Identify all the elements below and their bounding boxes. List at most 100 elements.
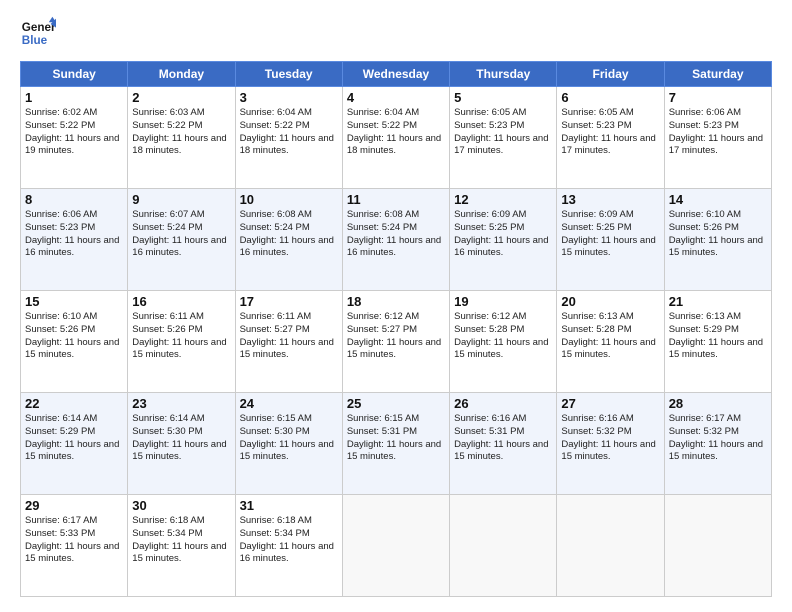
day-number: 26 xyxy=(454,396,552,411)
day-info: Sunrise: 6:17 AMSunset: 5:32 PMDaylight:… xyxy=(669,413,763,462)
day-info: Sunrise: 6:05 AMSunset: 5:23 PMDaylight:… xyxy=(561,107,655,156)
calendar-header-cell: Sunday xyxy=(21,62,128,87)
calendar-header-cell: Tuesday xyxy=(235,62,342,87)
day-number: 16 xyxy=(132,294,230,309)
calendar-day-cell: 19 Sunrise: 6:12 AMSunset: 5:28 PMDaylig… xyxy=(450,291,557,393)
calendar-day-cell: 4 Sunrise: 6:04 AMSunset: 5:22 PMDayligh… xyxy=(342,87,449,189)
day-info: Sunrise: 6:17 AMSunset: 5:33 PMDaylight:… xyxy=(25,515,119,564)
day-number: 3 xyxy=(240,90,338,105)
calendar-week-row: 15 Sunrise: 6:10 AMSunset: 5:26 PMDaylig… xyxy=(21,291,772,393)
calendar-day-cell: 28 Sunrise: 6:17 AMSunset: 5:32 PMDaylig… xyxy=(664,393,771,495)
svg-text:Blue: Blue xyxy=(22,34,48,47)
calendar-day-cell xyxy=(557,495,664,597)
calendar-day-cell: 29 Sunrise: 6:17 AMSunset: 5:33 PMDaylig… xyxy=(21,495,128,597)
day-number: 12 xyxy=(454,192,552,207)
calendar-day-cell: 25 Sunrise: 6:15 AMSunset: 5:31 PMDaylig… xyxy=(342,393,449,495)
day-number: 9 xyxy=(132,192,230,207)
day-number: 29 xyxy=(25,498,123,513)
day-info: Sunrise: 6:08 AMSunset: 5:24 PMDaylight:… xyxy=(240,209,334,258)
day-info: Sunrise: 6:13 AMSunset: 5:29 PMDaylight:… xyxy=(669,311,763,360)
day-info: Sunrise: 6:18 AMSunset: 5:34 PMDaylight:… xyxy=(240,515,334,564)
calendar-week-row: 29 Sunrise: 6:17 AMSunset: 5:33 PMDaylig… xyxy=(21,495,772,597)
calendar-day-cell: 27 Sunrise: 6:16 AMSunset: 5:32 PMDaylig… xyxy=(557,393,664,495)
day-number: 22 xyxy=(25,396,123,411)
day-info: Sunrise: 6:09 AMSunset: 5:25 PMDaylight:… xyxy=(561,209,655,258)
day-number: 2 xyxy=(132,90,230,105)
day-number: 28 xyxy=(669,396,767,411)
day-info: Sunrise: 6:02 AMSunset: 5:22 PMDaylight:… xyxy=(25,107,119,156)
day-info: Sunrise: 6:15 AMSunset: 5:31 PMDaylight:… xyxy=(347,413,441,462)
day-number: 13 xyxy=(561,192,659,207)
calendar-day-cell: 16 Sunrise: 6:11 AMSunset: 5:26 PMDaylig… xyxy=(128,291,235,393)
day-info: Sunrise: 6:14 AMSunset: 5:29 PMDaylight:… xyxy=(25,413,119,462)
calendar-day-cell: 10 Sunrise: 6:08 AMSunset: 5:24 PMDaylig… xyxy=(235,189,342,291)
calendar-day-cell: 18 Sunrise: 6:12 AMSunset: 5:27 PMDaylig… xyxy=(342,291,449,393)
day-number: 31 xyxy=(240,498,338,513)
day-info: Sunrise: 6:04 AMSunset: 5:22 PMDaylight:… xyxy=(347,107,441,156)
day-number: 14 xyxy=(669,192,767,207)
calendar-day-cell: 20 Sunrise: 6:13 AMSunset: 5:28 PMDaylig… xyxy=(557,291,664,393)
calendar-header-cell: Wednesday xyxy=(342,62,449,87)
header: General Blue xyxy=(20,15,772,51)
calendar-day-cell: 17 Sunrise: 6:11 AMSunset: 5:27 PMDaylig… xyxy=(235,291,342,393)
day-info: Sunrise: 6:16 AMSunset: 5:31 PMDaylight:… xyxy=(454,413,548,462)
calendar-header-cell: Saturday xyxy=(664,62,771,87)
calendar-day-cell: 5 Sunrise: 6:05 AMSunset: 5:23 PMDayligh… xyxy=(450,87,557,189)
calendar-week-row: 22 Sunrise: 6:14 AMSunset: 5:29 PMDaylig… xyxy=(21,393,772,495)
calendar-day-cell xyxy=(664,495,771,597)
day-number: 10 xyxy=(240,192,338,207)
day-info: Sunrise: 6:10 AMSunset: 5:26 PMDaylight:… xyxy=(25,311,119,360)
calendar-day-cell: 21 Sunrise: 6:13 AMSunset: 5:29 PMDaylig… xyxy=(664,291,771,393)
day-number: 11 xyxy=(347,192,445,207)
calendar-day-cell: 14 Sunrise: 6:10 AMSunset: 5:26 PMDaylig… xyxy=(664,189,771,291)
calendar-body: 1 Sunrise: 6:02 AMSunset: 5:22 PMDayligh… xyxy=(21,87,772,597)
calendar-day-cell: 30 Sunrise: 6:18 AMSunset: 5:34 PMDaylig… xyxy=(128,495,235,597)
day-info: Sunrise: 6:03 AMSunset: 5:22 PMDaylight:… xyxy=(132,107,226,156)
calendar-header-cell: Thursday xyxy=(450,62,557,87)
svg-text:General: General xyxy=(22,21,56,34)
day-info: Sunrise: 6:13 AMSunset: 5:28 PMDaylight:… xyxy=(561,311,655,360)
logo-icon: General Blue xyxy=(20,15,56,51)
day-info: Sunrise: 6:07 AMSunset: 5:24 PMDaylight:… xyxy=(132,209,226,258)
calendar-day-cell: 31 Sunrise: 6:18 AMSunset: 5:34 PMDaylig… xyxy=(235,495,342,597)
calendar-day-cell: 6 Sunrise: 6:05 AMSunset: 5:23 PMDayligh… xyxy=(557,87,664,189)
calendar-day-cell: 8 Sunrise: 6:06 AMSunset: 5:23 PMDayligh… xyxy=(21,189,128,291)
day-info: Sunrise: 6:14 AMSunset: 5:30 PMDaylight:… xyxy=(132,413,226,462)
day-number: 6 xyxy=(561,90,659,105)
day-info: Sunrise: 6:18 AMSunset: 5:34 PMDaylight:… xyxy=(132,515,226,564)
calendar-table: SundayMondayTuesdayWednesdayThursdayFrid… xyxy=(20,61,772,597)
day-number: 24 xyxy=(240,396,338,411)
calendar-week-row: 1 Sunrise: 6:02 AMSunset: 5:22 PMDayligh… xyxy=(21,87,772,189)
day-info: Sunrise: 6:10 AMSunset: 5:26 PMDaylight:… xyxy=(669,209,763,258)
calendar-day-cell: 1 Sunrise: 6:02 AMSunset: 5:22 PMDayligh… xyxy=(21,87,128,189)
calendar-day-cell: 13 Sunrise: 6:09 AMSunset: 5:25 PMDaylig… xyxy=(557,189,664,291)
day-info: Sunrise: 6:12 AMSunset: 5:28 PMDaylight:… xyxy=(454,311,548,360)
calendar-day-cell: 7 Sunrise: 6:06 AMSunset: 5:23 PMDayligh… xyxy=(664,87,771,189)
page: General Blue SundayMondayTuesdayWednesda… xyxy=(0,0,792,612)
day-info: Sunrise: 6:15 AMSunset: 5:30 PMDaylight:… xyxy=(240,413,334,462)
calendar-day-cell: 9 Sunrise: 6:07 AMSunset: 5:24 PMDayligh… xyxy=(128,189,235,291)
day-info: Sunrise: 6:12 AMSunset: 5:27 PMDaylight:… xyxy=(347,311,441,360)
calendar-day-cell: 2 Sunrise: 6:03 AMSunset: 5:22 PMDayligh… xyxy=(128,87,235,189)
day-info: Sunrise: 6:06 AMSunset: 5:23 PMDaylight:… xyxy=(669,107,763,156)
day-number: 21 xyxy=(669,294,767,309)
day-info: Sunrise: 6:16 AMSunset: 5:32 PMDaylight:… xyxy=(561,413,655,462)
calendar-day-cell: 15 Sunrise: 6:10 AMSunset: 5:26 PMDaylig… xyxy=(21,291,128,393)
day-number: 19 xyxy=(454,294,552,309)
day-info: Sunrise: 6:09 AMSunset: 5:25 PMDaylight:… xyxy=(454,209,548,258)
day-number: 15 xyxy=(25,294,123,309)
calendar-day-cell: 24 Sunrise: 6:15 AMSunset: 5:30 PMDaylig… xyxy=(235,393,342,495)
day-info: Sunrise: 6:06 AMSunset: 5:23 PMDaylight:… xyxy=(25,209,119,258)
day-number: 17 xyxy=(240,294,338,309)
calendar-day-cell: 26 Sunrise: 6:16 AMSunset: 5:31 PMDaylig… xyxy=(450,393,557,495)
day-info: Sunrise: 6:11 AMSunset: 5:26 PMDaylight:… xyxy=(132,311,226,360)
day-number: 8 xyxy=(25,192,123,207)
day-number: 1 xyxy=(25,90,123,105)
day-number: 5 xyxy=(454,90,552,105)
calendar-day-cell: 22 Sunrise: 6:14 AMSunset: 5:29 PMDaylig… xyxy=(21,393,128,495)
day-info: Sunrise: 6:05 AMSunset: 5:23 PMDaylight:… xyxy=(454,107,548,156)
day-info: Sunrise: 6:04 AMSunset: 5:22 PMDaylight:… xyxy=(240,107,334,156)
day-number: 23 xyxy=(132,396,230,411)
calendar-day-cell xyxy=(342,495,449,597)
day-number: 27 xyxy=(561,396,659,411)
